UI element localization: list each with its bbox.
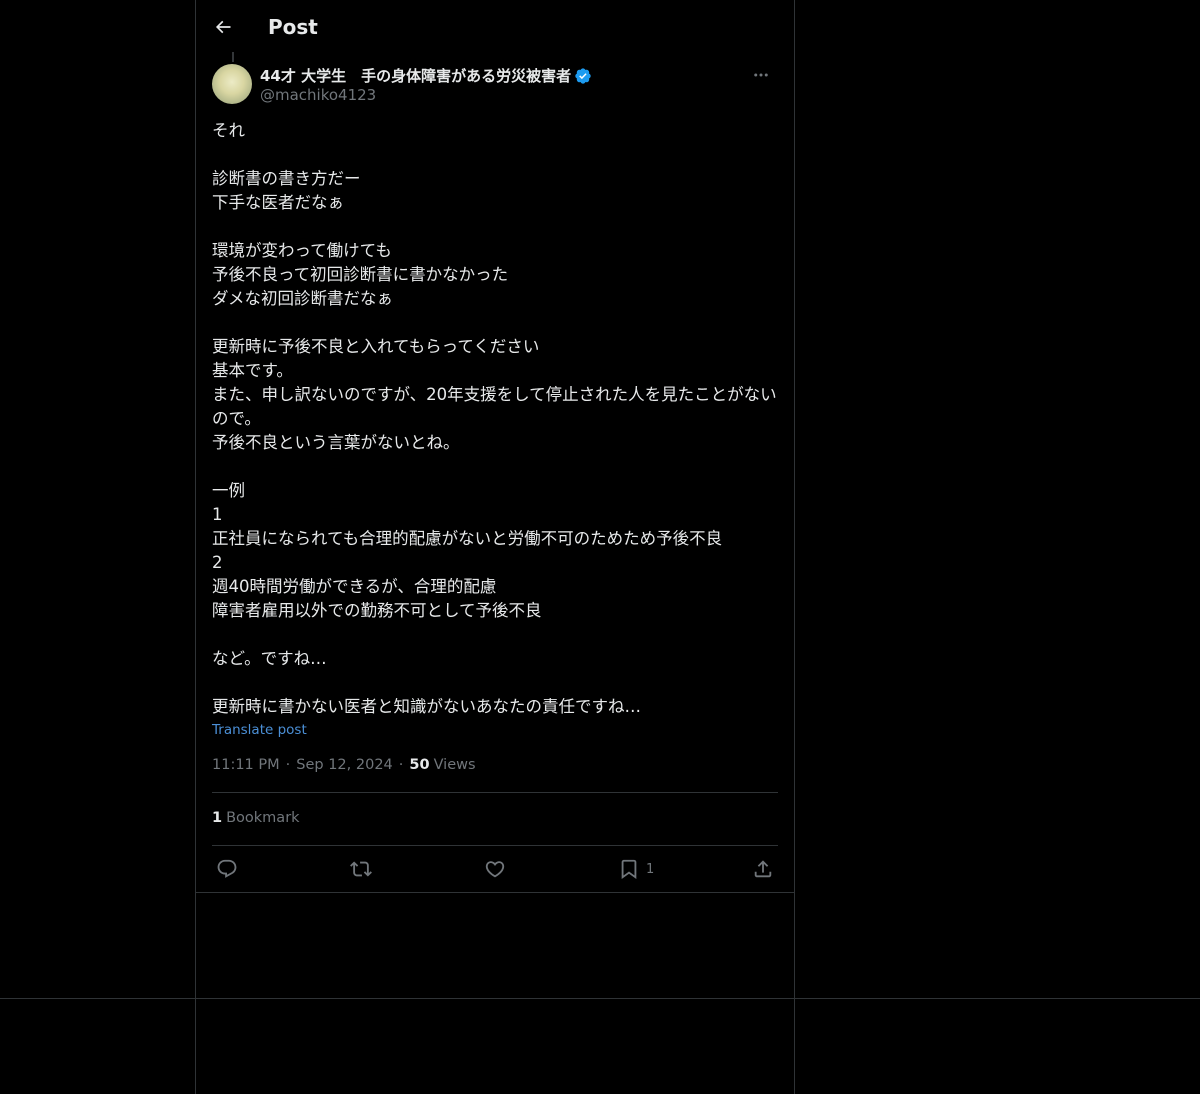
- share-icon: [754, 860, 772, 878]
- back-button[interactable]: [206, 10, 240, 44]
- bookmark-stat-count: 1: [212, 810, 223, 826]
- bookmark-button[interactable]: 1: [618, 858, 654, 880]
- main-column: Post 44才 大学生 手の身体障害がある労災被害者 @machiko4123…: [195, 0, 795, 1094]
- reply-icon: [217, 859, 237, 878]
- bookmark-stat-label: Bookmark: [226, 810, 300, 826]
- repost-button[interactable]: [350, 858, 372, 880]
- author-handle[interactable]: @machiko4123: [260, 86, 376, 104]
- views-label: Views: [433, 757, 476, 773]
- post-date[interactable]: Sep 12, 2024: [296, 757, 393, 773]
- post-metadata: 11:11 PM · Sep 12, 2024 · 50 Views: [212, 757, 476, 773]
- like-button[interactable]: [484, 858, 506, 880]
- thread-connector-line: [232, 52, 234, 62]
- page-divider: [0, 998, 1200, 999]
- heart-icon: [485, 861, 505, 878]
- arrow-left-icon: [215, 20, 231, 33]
- meta-separator: ·: [398, 757, 404, 773]
- more-options-button[interactable]: [744, 64, 778, 86]
- verified-badge-icon[interactable]: [574, 67, 592, 85]
- display-name-text: 44才 大学生 手の身体障害がある労災被害者: [260, 67, 572, 85]
- more-horizontal-icon: [754, 73, 768, 77]
- share-button[interactable]: [752, 858, 774, 880]
- bookmark-icon: [621, 859, 637, 880]
- author-display-name[interactable]: 44才 大学生 手の身体障害がある労災被害者: [260, 65, 592, 86]
- divider: [212, 792, 778, 793]
- page-header: Post: [196, 0, 794, 53]
- translate-post-link[interactable]: Translate post: [212, 722, 307, 738]
- meta-separator: ·: [285, 757, 291, 773]
- avatar[interactable]: [212, 64, 252, 104]
- post-text: それ 診断書の書き方だー 下手な医者だなぁ 環境が変わって働けても 予後不良って…: [212, 121, 777, 716]
- repost-icon: [350, 861, 372, 877]
- page-title: Post: [268, 14, 318, 39]
- author-block: 44才 大学生 手の身体障害がある労災被害者 @machiko4123: [212, 64, 778, 108]
- post-bottom-border: [196, 892, 794, 893]
- reply-button[interactable]: [216, 858, 238, 880]
- views-count: 50: [409, 757, 430, 773]
- bookmarks-stat[interactable]: 1 Bookmark: [212, 810, 300, 826]
- bookmark-action-count: 1: [646, 861, 655, 877]
- post-time[interactable]: 11:11 PM: [212, 757, 280, 773]
- action-bar: 1: [196, 846, 794, 892]
